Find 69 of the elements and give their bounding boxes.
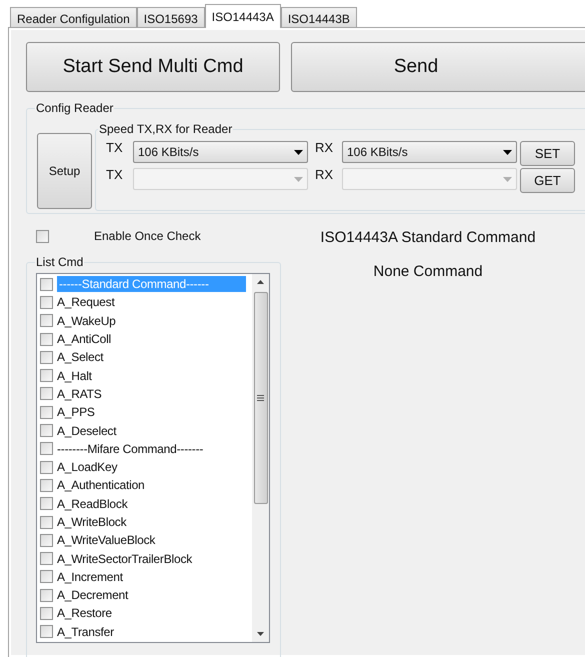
checkbox[interactable] — [40, 516, 53, 528]
scroll-thumb[interactable] — [254, 292, 268, 504]
checkbox[interactable] — [40, 387, 53, 400]
checkbox[interactable] — [40, 350, 53, 364]
speed-dropdown[interactable]: 106 KBits/s — [133, 141, 308, 163]
dropdown-arrow-icon — [294, 150, 303, 154]
checkbox[interactable] — [40, 552, 53, 566]
send-button[interactable]: Send — [291, 42, 585, 92]
rx-label: RX — [314, 139, 334, 157]
get-button[interactable]: GET — [520, 168, 575, 193]
checkbox[interactable] — [40, 588, 53, 602]
checkbox[interactable] — [40, 497, 53, 510]
command-item[interactable]: A_Decrement — [57, 587, 128, 604]
checkbox[interactable] — [40, 406, 53, 419]
checkbox[interactable] — [40, 296, 53, 309]
command-item[interactable]: A_WriteBlock — [57, 514, 126, 530]
checkbox[interactable] — [40, 278, 53, 291]
grip-icon — [257, 395, 264, 401]
command-item[interactable]: A_Authentication — [57, 477, 145, 494]
dropdown-arrow-icon — [503, 150, 512, 154]
command-item[interactable]: A_WriteSectorTrailerBlock — [57, 550, 192, 567]
checkbox[interactable] — [40, 369, 53, 382]
command-item[interactable]: A_AntiColl — [57, 331, 112, 348]
tx-label: TX — [106, 139, 124, 157]
scrollbar[interactable] — [252, 274, 269, 642]
tab[interactable]: ISO14443B — [280, 7, 357, 28]
command-item[interactable]: A_Halt — [57, 368, 92, 384]
command-item[interactable]: A_WakeUp — [57, 312, 116, 329]
group-title: Speed TX,RX for Reader — [98, 121, 234, 137]
command-item[interactable]: A_Increment — [57, 568, 123, 585]
command-item[interactable]: A_Deselect — [57, 422, 116, 439]
checkbox[interactable] — [40, 460, 53, 474]
command-item[interactable]: A_LoadKey — [57, 459, 118, 476]
checkbox[interactable] — [40, 314, 53, 328]
checkbox[interactable] — [40, 606, 53, 620]
dropdown-arrow-icon — [503, 176, 512, 182]
command-item[interactable]: A_PPS — [57, 404, 95, 420]
dropdown-arrow-icon — [294, 176, 303, 182]
checkbox[interactable] — [40, 332, 53, 346]
enable-once-check-label[interactable]: Enable Once Check — [94, 227, 201, 245]
scroll-up-icon[interactable] — [257, 280, 264, 284]
setup-button[interactable]: Setup — [37, 133, 92, 209]
checkbox[interactable] — [40, 478, 53, 492]
command-item[interactable]: --------Mifare Command------- — [57, 440, 204, 457]
tab[interactable]: Reader Configulation — [10, 7, 137, 28]
start-send-multi-cmd-button[interactable]: Start Send Multi Cmd — [26, 42, 280, 92]
group-title: Config Reader — [35, 100, 114, 116]
checkbox[interactable] — [40, 534, 53, 547]
rx-label: RX — [314, 166, 334, 184]
command-item[interactable]: A_RATS — [57, 386, 102, 402]
scroll-down-icon[interactable] — [257, 632, 264, 636]
tx-label: TX — [106, 166, 124, 184]
status-text: ISO14443A Standard Command — [320, 228, 536, 248]
command-item[interactable]: A_WriteValueBlock — [57, 532, 156, 548]
status-text: None Command — [373, 262, 483, 282]
tab[interactable]: ISO15693 — [136, 7, 205, 28]
tab[interactable]: ISO14443A — [204, 4, 281, 28]
command-item[interactable]: A_Select — [57, 349, 104, 366]
checkbox[interactable] — [40, 424, 53, 438]
checkbox[interactable] — [40, 570, 53, 584]
command-item[interactable]: A_Restore — [57, 605, 112, 622]
checkbox[interactable] — [40, 625, 53, 638]
checkbox[interactable] — [36, 230, 49, 242]
speed-dropdown[interactable]: 106 KBits/s — [342, 141, 517, 163]
set-button[interactable]: SET — [520, 141, 575, 166]
checkbox[interactable] — [40, 442, 53, 456]
command-item[interactable]: A_Transfer — [57, 624, 114, 640]
command-item[interactable]: A_Request — [57, 294, 115, 310]
command-item[interactable]: A_ReadBlock — [57, 496, 128, 512]
